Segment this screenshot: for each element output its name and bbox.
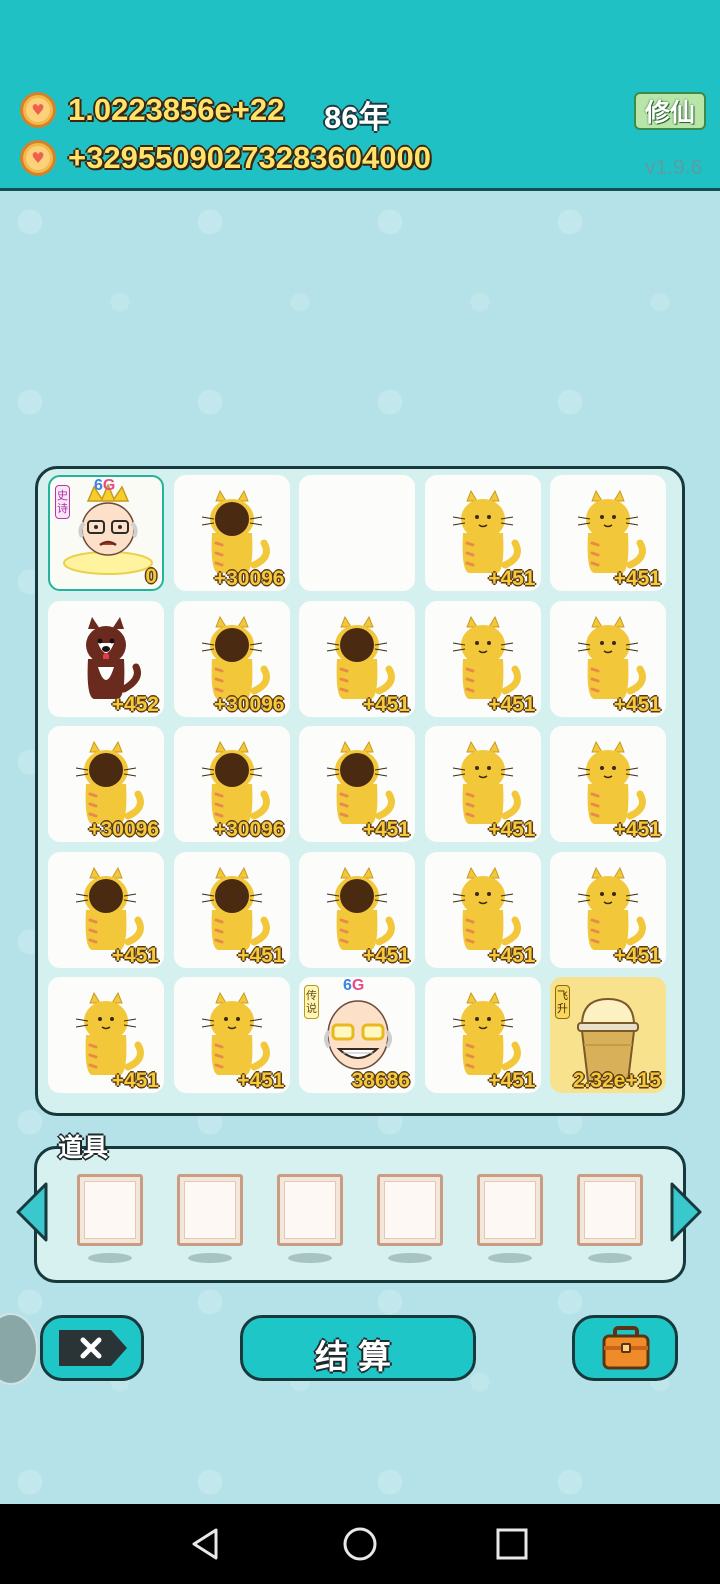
cell-income-value: 0 bbox=[145, 565, 157, 588]
cell-income-value: +451 bbox=[488, 692, 536, 716]
item-slot-shadow bbox=[588, 1253, 632, 1263]
item-slot-inner bbox=[484, 1181, 536, 1239]
coins-rate-row: ♥ +32955090273283604000 bbox=[20, 140, 431, 176]
item-slot-shadow bbox=[88, 1253, 132, 1263]
item-slot-inner bbox=[584, 1181, 636, 1239]
back-icon[interactable] bbox=[186, 1524, 226, 1564]
system-nav-bar bbox=[0, 1504, 720, 1584]
board-cell[interactable]: +451 bbox=[48, 977, 164, 1093]
cell-income-value: +451 bbox=[488, 818, 536, 841]
grade-badge: 6G bbox=[343, 977, 365, 994]
version-label: v1.9.6 bbox=[645, 156, 703, 179]
cell-income-value: +30096 bbox=[213, 692, 285, 716]
rarity-tag: 传说 bbox=[304, 985, 319, 1019]
item-slot-inner bbox=[284, 1181, 336, 1239]
cell-income-value: +451 bbox=[613, 567, 661, 590]
settle-label: 结算 bbox=[315, 1337, 401, 1376]
cell-income-value: +451 bbox=[488, 943, 536, 967]
board-cell[interactable]: +451 bbox=[424, 600, 541, 717]
board-cell[interactable]: 飞升 2.32e+15 bbox=[550, 977, 666, 1093]
board-cell[interactable]: +451 bbox=[48, 851, 164, 968]
board-cell[interactable]: +452 bbox=[48, 600, 164, 717]
cell-income-value: 2.32e+15 bbox=[572, 1069, 661, 1092]
recents-icon[interactable] bbox=[492, 1524, 532, 1564]
item-slot[interactable] bbox=[577, 1174, 643, 1246]
item-slot[interactable] bbox=[177, 1174, 243, 1246]
board-cell[interactable]: +30096 bbox=[48, 726, 164, 842]
board-cell[interactable]: +451 bbox=[173, 977, 290, 1093]
item-slot-inner bbox=[184, 1181, 236, 1239]
close-button[interactable] bbox=[40, 1315, 144, 1381]
board-cell[interactable]: +30096 bbox=[173, 600, 290, 717]
item-slot[interactable] bbox=[77, 1174, 143, 1246]
home-icon[interactable] bbox=[340, 1524, 380, 1564]
board-cell[interactable]: 6G 史诗 0 bbox=[48, 475, 164, 591]
grade-badge: 6G bbox=[94, 477, 116, 494]
settle-button[interactable]: 结算 bbox=[240, 1315, 476, 1381]
item-slot[interactable] bbox=[477, 1174, 543, 1246]
board-cell[interactable]: +451 bbox=[299, 726, 415, 842]
board-cell[interactable]: +451 bbox=[424, 851, 541, 968]
cell-income-value: +451 bbox=[362, 692, 410, 716]
cell-income-value: +451 bbox=[237, 943, 285, 967]
briefcase-icon bbox=[602, 1326, 650, 1370]
board-cell[interactable]: +30096 bbox=[173, 475, 290, 591]
board-cell[interactable]: +451 bbox=[424, 977, 541, 1093]
item-slot-shadow bbox=[488, 1253, 532, 1263]
cell-income-value: +451 bbox=[488, 567, 536, 590]
cell-income-value: +451 bbox=[111, 943, 159, 967]
cell-income-value: +451 bbox=[362, 818, 410, 841]
item-slot-shadow bbox=[188, 1253, 232, 1263]
board-cell[interactable]: 6G 传说 38686 bbox=[299, 977, 415, 1093]
board-cell[interactable]: +451 bbox=[550, 475, 666, 591]
xiuxian-button[interactable]: 修仙 bbox=[634, 92, 706, 130]
cell-income-value: +451 bbox=[362, 943, 410, 967]
board-cell[interactable]: +451 bbox=[299, 851, 415, 968]
board-cell[interactable]: +451 bbox=[173, 851, 290, 968]
cell-income-value: 38686 bbox=[351, 1069, 410, 1092]
cell-income-value: +451 bbox=[237, 1069, 285, 1092]
item-slot-inner bbox=[84, 1181, 136, 1239]
year-counter: 86年 bbox=[324, 100, 390, 135]
cell-income-value: +452 bbox=[111, 692, 159, 716]
board-cell[interactable]: +451 bbox=[550, 851, 666, 968]
cell-income-value: +451 bbox=[613, 943, 661, 967]
item-slot-inner bbox=[384, 1181, 436, 1239]
board-cell[interactable]: +451 bbox=[424, 475, 541, 591]
cell-income-value: +30096 bbox=[88, 818, 159, 841]
item-slot-shadow bbox=[388, 1253, 432, 1263]
board-cell[interactable]: +30096 bbox=[173, 726, 290, 842]
coins-total: 1.0223856e+22 bbox=[68, 92, 285, 127]
board-cell[interactable]: +451 bbox=[550, 600, 666, 717]
item-slot-shadow bbox=[288, 1253, 332, 1263]
arrow-right-icon[interactable] bbox=[668, 1180, 706, 1244]
rarity-tag: 飞升 bbox=[555, 985, 570, 1019]
item-slot[interactable] bbox=[277, 1174, 343, 1246]
bag-button[interactable] bbox=[572, 1315, 678, 1381]
heart-coin-icon: ♥ bbox=[20, 140, 56, 176]
cell-income-value: +451 bbox=[613, 818, 661, 841]
close-icon bbox=[59, 1330, 127, 1366]
cell-income-value: +451 bbox=[111, 1069, 159, 1092]
cell-income-value: +451 bbox=[613, 692, 661, 716]
cell-income-value: +30096 bbox=[213, 567, 285, 590]
items-title: 道具 bbox=[58, 1133, 109, 1162]
cell-income-value: +451 bbox=[488, 1069, 536, 1092]
cell-income-value: +30096 bbox=[213, 818, 285, 841]
heart-coin-icon: ♥ bbox=[20, 92, 56, 128]
board-cell-empty[interactable] bbox=[299, 475, 415, 591]
arrow-left-icon[interactable] bbox=[12, 1180, 50, 1244]
rarity-tag: 史诗 bbox=[55, 485, 70, 519]
board-cell[interactable]: +451 bbox=[424, 726, 541, 842]
coins-rate: +32955090273283604000 bbox=[68, 140, 431, 175]
item-slot[interactable] bbox=[377, 1174, 443, 1246]
board-cell[interactable]: +451 bbox=[299, 600, 415, 717]
coins-total-row: ♥ 1.0223856e+22 bbox=[20, 92, 284, 128]
merge-board: 6G 史诗 0 +30096 +451 +451 +452 +30096 +451 +451 +45… bbox=[35, 466, 685, 1116]
board-cell[interactable]: +451 bbox=[550, 726, 666, 842]
